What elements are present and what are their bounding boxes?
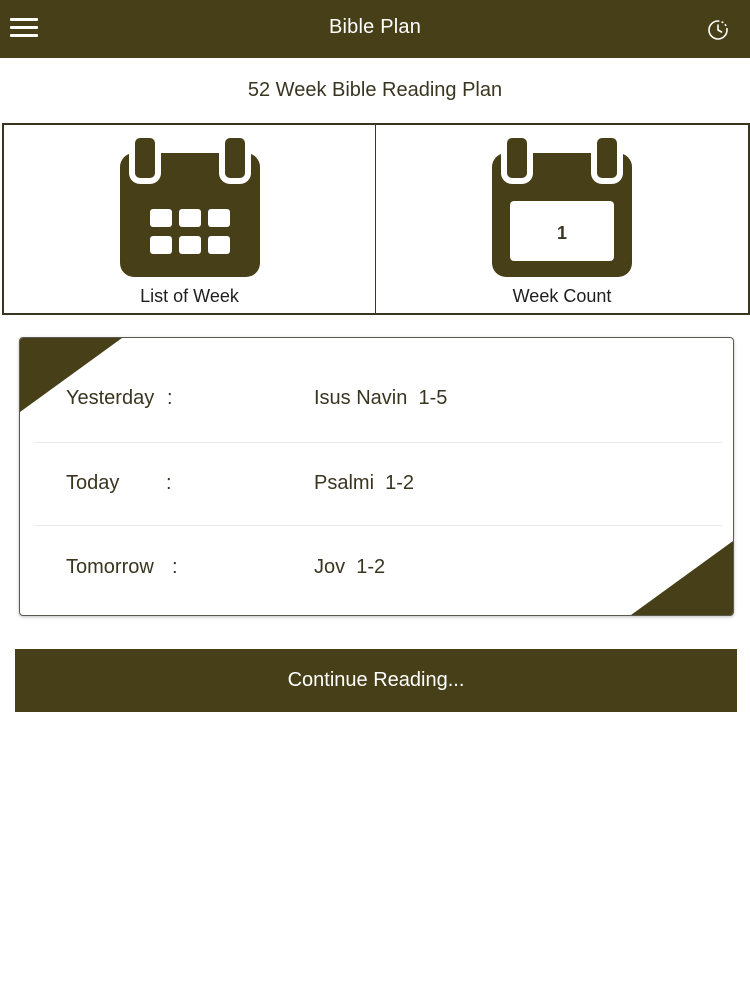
- calendar-grid-icon: [119, 135, 260, 277]
- app-header: Bible Plan: [0, 0, 750, 58]
- reading-passage: Psalmi 1-2: [314, 472, 415, 494]
- reading-row-today: Today : Psalmi 1-2: [20, 441, 733, 525]
- calendar-number-icon: 1: [492, 135, 632, 277]
- reading-separator: :: [167, 387, 173, 409]
- reading-row-yesterday: Yesterday : Isus Navin 1-5: [20, 356, 733, 440]
- reading-row-tomorrow: Tomorrow : Jov 1-2: [20, 525, 733, 609]
- reading-day-label: Yesterday: [66, 387, 155, 409]
- week-count-value: 1: [557, 223, 567, 243]
- week-count-tile[interactable]: 1 Week Count: [375, 123, 750, 315]
- reading-separator: :: [172, 556, 178, 578]
- reading-passage: Jov 1-2: [314, 556, 386, 578]
- plan-title: 52 Week Bible Reading Plan: [247, 79, 503, 101]
- list-of-week-label: List of Week: [140, 286, 239, 306]
- reading-day-label: Today: [66, 472, 120, 494]
- list-of-week-tile[interactable]: List of Week: [2, 123, 377, 315]
- reading-separator: :: [166, 472, 172, 494]
- reading-schedule-card: Yesterday : Isus Navin 1-5 Today : Psalm…: [19, 337, 734, 616]
- history-clock-icon[interactable]: [706, 18, 730, 42]
- week-count-label: Week Count: [512, 286, 612, 306]
- header-title: Bible Plan: [328, 16, 422, 38]
- reading-passage: Isus Navin 1-5: [314, 387, 448, 409]
- reading-day-label: Tomorrow: [66, 556, 154, 578]
- continue-reading-button[interactable]: Continue Reading...: [15, 649, 737, 712]
